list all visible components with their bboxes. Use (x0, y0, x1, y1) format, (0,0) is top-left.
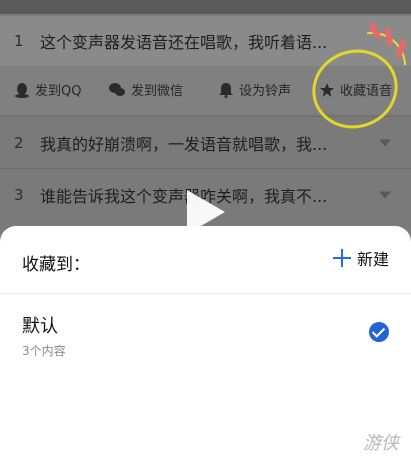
item-number: 3 (14, 186, 24, 204)
expand-arrow-icon[interactable] (379, 191, 391, 199)
expand-arrow-icon[interactable] (379, 139, 391, 147)
item-text: 谁能告诉我这个变声器咋关啊，我真不... (40, 187, 328, 206)
favorite-sheet: 收藏到： 新建 默认 3个内容 游侠 (0, 226, 411, 465)
qq-icon (15, 82, 29, 98)
watermark-logo: 游侠 (363, 433, 399, 454)
set-ringtone-button[interactable]: 设为铃声 (218, 80, 291, 99)
folder-name: 默认 (22, 316, 58, 337)
wechat-icon (109, 82, 125, 96)
send-to-wechat-button[interactable]: 发到微信 (108, 80, 183, 99)
checkmark-icon[interactable] (369, 322, 389, 342)
send-to-qq-button[interactable]: 发到QQ (14, 80, 81, 99)
new-folder-label: 新建 (356, 250, 389, 269)
divider (0, 168, 411, 169)
new-folder-button[interactable]: 新建 (332, 246, 389, 270)
folder-count: 3个内容 (22, 344, 66, 358)
item-number: 1 (14, 32, 24, 50)
send-to-wechat-label: 发到微信 (131, 84, 184, 99)
top-bar (0, 0, 411, 14)
send-to-qq-label: 发到QQ (35, 84, 82, 99)
item-text: 这个变声器发语音还在唱歌，我听着语... (40, 33, 328, 52)
item-text: 我真的好崩溃啊，一发语音就唱歌，我... (40, 135, 328, 154)
set-ringtone-label: 设为铃声 (239, 84, 292, 99)
sheet-title: 收藏到： (22, 255, 90, 275)
item-number: 2 (14, 134, 24, 152)
bell-icon (219, 82, 233, 98)
plus-icon (332, 249, 351, 267)
folder-item-default[interactable]: 默认 3个内容 (0, 294, 411, 374)
